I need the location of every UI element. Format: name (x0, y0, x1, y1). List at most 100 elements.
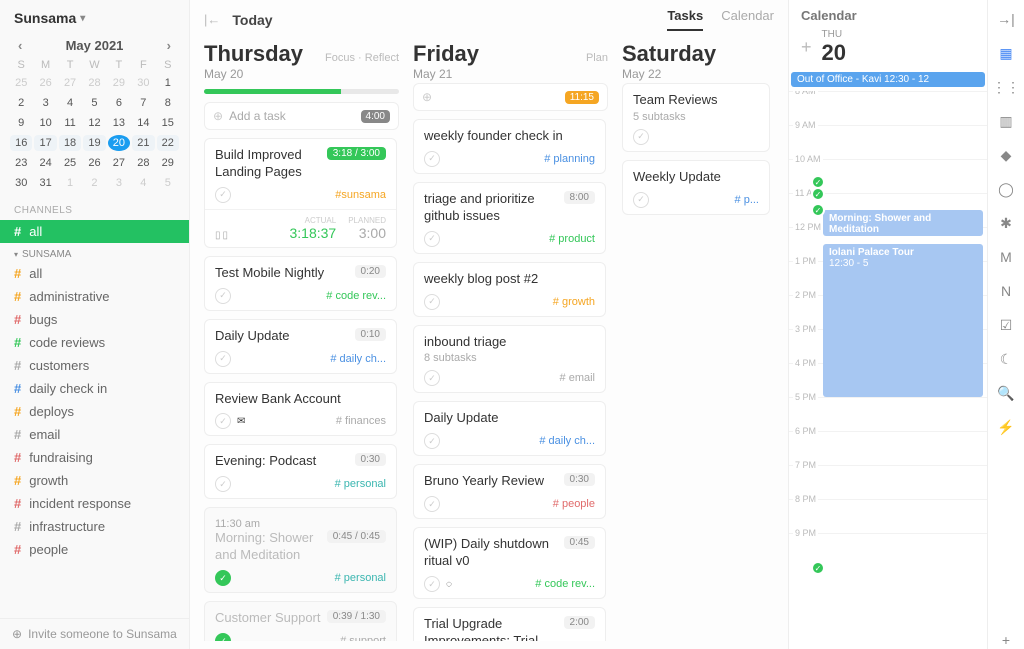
add-task-input[interactable]: ⊕ Add a task 4:00 (204, 102, 399, 130)
add-event-button[interactable]: + (801, 37, 812, 58)
task-channel-tag[interactable]: # product (549, 233, 595, 245)
task-channel-tag[interactable]: # code rev... (326, 290, 386, 302)
mini-cal-day[interactable]: 30 (10, 175, 32, 191)
calendar-timeline[interactable]: 8 AM9 AM10 AM11 AM12 PM1 PM2 PM3 PM4 PM5… (789, 91, 987, 649)
mini-cal-day[interactable]: 6 (108, 95, 130, 111)
mini-cal-day[interactable]: 30 (132, 75, 154, 91)
mini-cal-day[interactable]: 21 (132, 135, 154, 151)
task-channel-tag[interactable]: # people (553, 498, 595, 510)
mini-cal-day[interactable]: 28 (132, 155, 154, 171)
mini-cal-day[interactable]: 5 (157, 175, 179, 191)
asana-icon[interactable]: ◆ (997, 146, 1015, 164)
todoist-icon[interactable]: ☑ (997, 316, 1015, 334)
task-channel-tag[interactable]: # finances (336, 415, 386, 427)
mini-cal-day[interactable]: 26 (83, 155, 105, 171)
task-channel-tag[interactable]: # growth (553, 296, 595, 308)
task-card[interactable]: 11:30 am Morning: Shower and Meditation0… (204, 507, 397, 593)
timer-controls-icon[interactable]: ▯▯ (215, 230, 230, 241)
task-card[interactable]: Daily Update ✓# daily ch... (413, 401, 606, 456)
channel-customers[interactable]: #customers (0, 354, 189, 377)
task-check-icon[interactable]: ✓ (215, 351, 231, 367)
tab-calendar[interactable]: Calendar (721, 8, 774, 31)
task-check-icon[interactable]: ✓ (215, 288, 231, 304)
expand-rail-icon[interactable]: →| (997, 10, 1015, 28)
moon-icon[interactable]: ☾ (997, 350, 1015, 368)
task-channel-tag[interactable]: # email (560, 372, 595, 384)
mini-cal-day[interactable]: 5 (83, 95, 105, 111)
task-check-icon[interactable]: ✓ (424, 151, 440, 167)
calendar-event[interactable]: Morning: Shower and Meditation11:30 - 12… (823, 210, 983, 236)
mini-cal-day[interactable]: 4 (59, 95, 81, 111)
mini-cal-day[interactable]: 13 (108, 115, 130, 131)
search-icon[interactable]: 🔍 (997, 384, 1015, 402)
mini-cal-day[interactable]: 25 (59, 155, 81, 171)
gmail-icon[interactable]: M (997, 248, 1015, 266)
hour-row[interactable]: 7 PM (789, 465, 987, 499)
zap-icon[interactable]: ⚡ (997, 418, 1015, 436)
channel-daily-check-in[interactable]: #daily check in (0, 377, 189, 400)
workspace-selector[interactable]: Sunsama ▾ (0, 0, 189, 32)
mini-cal-day[interactable]: 10 (34, 115, 56, 131)
day-actions[interactable]: Focus · Reflect (325, 52, 399, 64)
mini-cal-day[interactable]: 1 (157, 75, 179, 91)
channel-email[interactable]: #email (0, 423, 189, 446)
task-check-icon[interactable]: ✓ (424, 496, 440, 512)
channel-growth[interactable]: #growth (0, 469, 189, 492)
channel-administrative[interactable]: #administrative (0, 285, 189, 308)
mini-cal-day[interactable]: 29 (108, 75, 130, 91)
task-check-icon[interactable]: ✓ (633, 129, 649, 145)
task-check-icon[interactable]: ✓ (633, 192, 649, 208)
task-check-icon[interactable]: ✓ (215, 413, 231, 429)
people-icon[interactable]: ⋮⋮ (997, 78, 1015, 96)
task-card[interactable]: Build Improved Landing Pages3:18 / 3:00 … (204, 138, 397, 248)
task-check-icon[interactable]: ✓ (424, 576, 440, 592)
task-channel-tag[interactable]: # daily ch... (330, 353, 386, 365)
channel-fundraising[interactable]: #fundraising (0, 446, 189, 469)
mini-cal-day[interactable]: 29 (157, 155, 179, 171)
mini-cal-day[interactable]: 3 (34, 95, 56, 111)
mini-cal-day[interactable]: 27 (108, 155, 130, 171)
channel-all-selected[interactable]: # all (0, 220, 189, 243)
mini-cal-day[interactable]: 11 (59, 115, 81, 131)
task-channel-tag[interactable]: #sunsama (335, 189, 386, 201)
task-card[interactable]: Customer Support0:39 / 1:30 ✓# support (204, 601, 397, 641)
calendar-event[interactable]: Iolani Palace Tour12:30 - 5 (823, 244, 983, 397)
mini-cal-day[interactable]: 18 (59, 135, 81, 151)
mini-cal-day[interactable]: 9 (10, 115, 32, 131)
github-icon[interactable]: ◯ (997, 180, 1015, 198)
task-channel-tag[interactable]: # personal (335, 572, 386, 584)
mini-cal-day[interactable]: 22 (157, 135, 179, 151)
channel-bugs[interactable]: #bugs (0, 308, 189, 331)
channel-infrastructure[interactable]: #infrastructure (0, 515, 189, 538)
hour-row[interactable]: 5 PM (789, 397, 987, 431)
slack-icon[interactable]: ✱ (997, 214, 1015, 232)
mini-cal-day[interactable]: 8 (157, 95, 179, 111)
channel-code-reviews[interactable]: #code reviews (0, 331, 189, 354)
today-label[interactable]: Today (232, 12, 272, 28)
task-check-icon[interactable]: ✓ (215, 570, 231, 586)
tab-tasks[interactable]: Tasks (667, 8, 703, 31)
mini-cal-day[interactable]: 16 (10, 135, 32, 151)
task-check-icon[interactable]: ✓ (424, 433, 440, 449)
mini-cal-day[interactable]: 12 (83, 115, 105, 131)
invite-link[interactable]: ⊕ Invite someone to Sunsama (0, 618, 189, 649)
task-card[interactable]: Team Reviews5 subtasks ✓ (622, 83, 770, 152)
task-channel-tag[interactable]: # daily ch... (539, 435, 595, 447)
task-card[interactable]: weekly blog post #2 ✓# growth (413, 262, 606, 317)
task-channel-tag[interactable]: # personal (335, 478, 386, 490)
task-check-icon[interactable]: ✓ (215, 633, 231, 641)
task-card[interactable]: inbound triage8 subtasks ✓# email (413, 325, 606, 394)
allday-event[interactable]: Out of Office - Kavi 12:30 - 12 (791, 72, 985, 87)
hour-row[interactable]: 8 AM (789, 91, 987, 125)
collapse-sidebar-icon[interactable]: |← (204, 12, 220, 27)
mini-cal-day[interactable]: 15 (157, 115, 179, 131)
trello-icon[interactable]: ▥ (997, 112, 1015, 130)
mini-cal-day[interactable]: 24 (34, 155, 56, 171)
mini-cal-day[interactable]: 27 (59, 75, 81, 91)
notion-icon[interactable]: N (997, 282, 1015, 300)
task-card[interactable]: Daily Update0:10 ✓# daily ch... (204, 319, 397, 374)
task-card[interactable]: Bruno Yearly Review0:30 ✓# people (413, 464, 606, 519)
task-card[interactable]: Review Bank Account ✓✉︎# finances (204, 382, 397, 437)
hour-row[interactable]: 8 PM (789, 499, 987, 533)
task-card[interactable]: Test Mobile Nightly0:20 ✓# code rev... (204, 256, 397, 311)
